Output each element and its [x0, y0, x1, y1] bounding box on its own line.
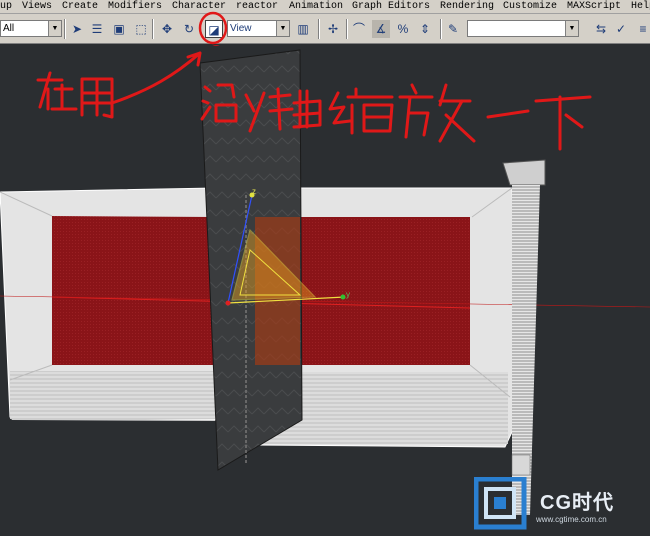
select-arrow-icon[interactable]: ➤ [68, 20, 86, 38]
main-toolbar: All ▼ ➤ ☰ ▣ ⬚ ✥ ↻ ◪ View ▼ ▥ ✢ ⌒ ∡ % ⇕ ✎… [0, 14, 650, 44]
percent-snap-icon[interactable]: % [394, 20, 412, 38]
select-by-name-icon[interactable]: ☰ [88, 20, 106, 38]
rect-selection-icon[interactable]: ▣ [110, 20, 128, 38]
toolbar-separator [152, 19, 154, 39]
menu-animation[interactable]: Animation [289, 0, 343, 13]
align-icon[interactable]: ✓ [612, 20, 630, 38]
menu-views[interactable]: Views [22, 0, 52, 13]
menu-bar: up Views Create Modifiers Character reac… [0, 0, 650, 14]
perspective-viewport[interactable]: y z CG时代 www.cgtime.com.cn [0, 45, 650, 536]
menu-rendering[interactable]: Rendering [440, 0, 494, 13]
menu-group[interactable]: up [0, 0, 12, 13]
selection-filter-dropdown[interactable]: All ▼ [0, 20, 62, 37]
layer-manager-icon[interactable]: ≡ [634, 20, 650, 38]
select-manipulate-icon[interactable]: ✢ [324, 20, 342, 38]
menu-graph-editors[interactable]: Graph Editors [352, 0, 430, 13]
selection-filter-value: All [3, 23, 15, 34]
chevron-down-icon: ▼ [565, 21, 578, 36]
named-selection-dropdown[interactable]: ▼ [467, 20, 579, 37]
menu-customize[interactable]: Customize [503, 0, 557, 13]
chevron-down-icon: ▼ [48, 21, 61, 36]
handwritten-annotation [36, 45, 592, 151]
chevron-down-icon: ▼ [276, 21, 289, 36]
toolbar-separator [318, 19, 320, 39]
menu-create[interactable]: Create [62, 0, 98, 13]
toolbar-separator [346, 19, 348, 39]
spinner-snap-icon[interactable]: ⇕ [416, 20, 434, 38]
menu-maxscript[interactable]: MAXScript [567, 0, 621, 13]
window-crossing-icon[interactable]: ⬚ [132, 20, 150, 38]
reference-coord-value: View [230, 23, 252, 34]
mirror-icon[interactable]: ⇆ [592, 20, 610, 38]
angle-snap-icon[interactable]: ∡ [372, 20, 390, 38]
toolbar-separator [440, 19, 442, 39]
reference-coord-dropdown[interactable]: View ▼ [227, 20, 290, 37]
snap-toggle-icon[interactable]: ⌒ [350, 20, 368, 38]
menu-modifiers[interactable]: Modifiers [108, 0, 162, 13]
pivot-center-icon[interactable]: ▥ [294, 20, 312, 38]
toolbar-separator [64, 19, 66, 39]
move-icon[interactable]: ✥ [158, 20, 176, 38]
watermark-url: www.cgtime.com.cn [536, 515, 607, 524]
watermark-brand: CG时代 [540, 492, 614, 514]
menu-reactor[interactable]: reactor [236, 0, 278, 13]
annotation-circle [198, 11, 228, 45]
menu-help[interactable]: Help [631, 0, 650, 13]
named-selection-icon[interactable]: ✎ [444, 20, 462, 38]
